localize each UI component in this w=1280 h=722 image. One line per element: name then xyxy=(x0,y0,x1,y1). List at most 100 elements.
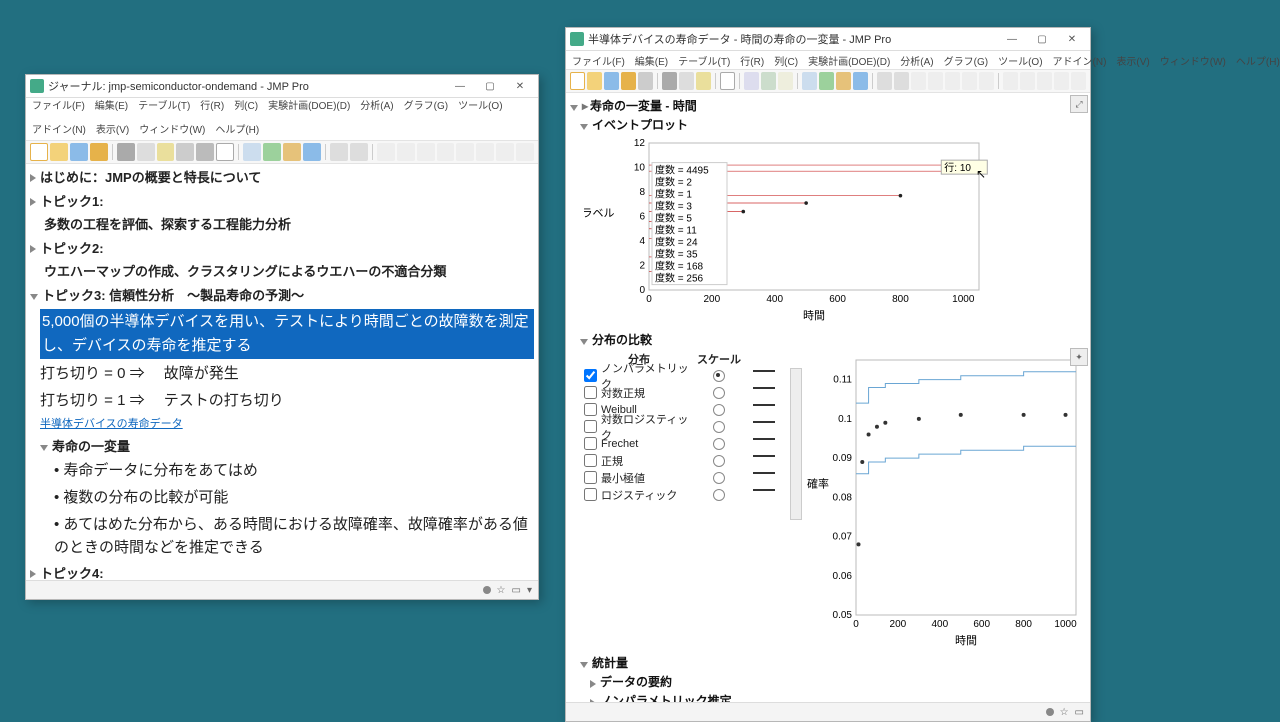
menu-item[interactable]: 表示(V) xyxy=(96,124,129,138)
tb-cut-icon[interactable] xyxy=(662,72,677,90)
probability-plot[interactable]: ✦ 0.050.060.070.080.090.10.1102004006008… xyxy=(806,350,1086,650)
dist-radio[interactable] xyxy=(713,387,725,399)
tb-undo-icon[interactable] xyxy=(330,143,348,161)
scale-icon[interactable] xyxy=(753,472,775,484)
tb-cut-icon[interactable] xyxy=(117,143,135,161)
tb-redo-icon[interactable] xyxy=(894,72,909,90)
disclosure-icon[interactable] xyxy=(30,174,36,182)
dist-radio[interactable] xyxy=(713,421,725,433)
dist-row[interactable]: ロジスティック xyxy=(584,486,786,503)
menu-item[interactable]: ウィンドウ(W) xyxy=(139,124,205,138)
disclosure-open-icon[interactable] xyxy=(580,124,588,130)
disclosure-open-icon[interactable] xyxy=(40,445,48,451)
dist-row[interactable]: ノンパラメトリック xyxy=(584,367,786,384)
menu-item[interactable]: ファイル(F) xyxy=(32,100,85,114)
status-caret-icon[interactable]: ▾ xyxy=(527,585,532,596)
dist-row[interactable]: 対数正規 xyxy=(584,384,786,401)
menu-item[interactable]: 行(R) xyxy=(740,53,764,68)
tb-icon[interactable] xyxy=(1054,72,1069,90)
disclosure-icon[interactable] xyxy=(30,198,36,206)
tb-icon[interactable] xyxy=(962,72,977,90)
tb-db-icon[interactable] xyxy=(90,143,108,161)
tb-icon[interactable] xyxy=(303,143,321,161)
minimize-button[interactable]: — xyxy=(446,78,474,94)
section-data-summary[interactable]: データの要約 xyxy=(590,673,1086,690)
tb-open-icon[interactable] xyxy=(50,143,68,161)
disclosure-open-icon[interactable] xyxy=(570,105,578,111)
dist-row[interactable]: 対数ロジスティック xyxy=(584,418,786,435)
tb-icon[interactable] xyxy=(1037,72,1052,90)
dist-radio[interactable] xyxy=(713,472,725,484)
tb-icon[interactable] xyxy=(176,143,194,161)
menu-item[interactable]: 分析(A) xyxy=(360,100,393,114)
menu-item[interactable]: ファイル(F) xyxy=(572,53,625,68)
tb-zoom-icon[interactable] xyxy=(377,143,395,161)
dist-row[interactable]: 最小極値 xyxy=(584,469,786,486)
menu-item[interactable]: 行(R) xyxy=(200,100,224,114)
menu-item[interactable]: テーブル(T) xyxy=(678,53,730,68)
tb-icon[interactable] xyxy=(979,72,994,90)
maximize-button[interactable]: ▢ xyxy=(476,78,504,94)
outline-topic2[interactable]: トピック2: xyxy=(40,239,104,259)
menu-item[interactable]: 分析(A) xyxy=(900,53,933,68)
scale-icon[interactable] xyxy=(753,455,775,467)
dist-checkbox[interactable] xyxy=(584,454,597,467)
scale-icon[interactable] xyxy=(753,438,775,450)
menu-item[interactable]: 実験計画(DOE)(D) xyxy=(268,100,350,114)
menu-item[interactable]: ツール(O) xyxy=(998,53,1042,68)
outline-topic1[interactable]: トピック1: xyxy=(40,192,104,212)
dist-radio[interactable] xyxy=(713,438,725,450)
tb-icon[interactable] xyxy=(928,72,943,90)
dist-checkbox[interactable] xyxy=(584,420,597,433)
menu-item[interactable]: 列(C) xyxy=(774,53,798,68)
tb-icon[interactable] xyxy=(778,72,793,90)
expand-button[interactable]: ⤢ xyxy=(1070,95,1088,113)
section-nonparametric-estimate[interactable]: ノンパラメトリック推定 xyxy=(590,692,1086,702)
tb-help-icon[interactable] xyxy=(819,72,834,90)
tb-paste-icon[interactable] xyxy=(696,72,711,90)
disclosure-icon[interactable] xyxy=(30,570,36,578)
tb-icon[interactable] xyxy=(516,143,534,161)
plot-options-button[interactable]: ✦ xyxy=(1070,348,1088,366)
tb-icon[interactable] xyxy=(417,143,435,161)
menu-item[interactable]: アドイン(N) xyxy=(1053,53,1107,68)
event-plot[interactable]: 02468101202004006008001000時間ラベル度数 = 4495… xyxy=(584,135,1086,325)
topic3-subsection[interactable]: 寿命の一変量 xyxy=(52,437,130,457)
dist-checkbox[interactable] xyxy=(584,488,597,501)
tb-save-icon[interactable] xyxy=(604,72,619,90)
maximize-button[interactable]: ▢ xyxy=(1028,31,1056,47)
menu-item[interactable]: ウィンドウ(W) xyxy=(1160,53,1226,68)
disclosure-icon[interactable] xyxy=(590,699,596,703)
tb-print-icon[interactable] xyxy=(638,72,653,90)
tb-new-icon[interactable] xyxy=(570,72,585,90)
dist-radio[interactable] xyxy=(713,370,725,382)
journal-titlebar[interactable]: ジャーナル: jmp-semiconductor-ondemand - JMP … xyxy=(26,75,538,98)
disclosure-open-icon[interactable] xyxy=(30,294,38,300)
dist-checkbox[interactable] xyxy=(584,471,597,484)
dist-radio[interactable] xyxy=(713,404,725,416)
section-main[interactable]: ▸ 寿命の一変量 - 時間 xyxy=(570,97,1086,114)
menu-item[interactable]: ヘルプ(H) xyxy=(215,124,259,138)
analysis-titlebar[interactable]: 半導体デバイスの寿命データ - 時間の寿命の一変量 - JMP Pro — ▢ … xyxy=(566,28,1090,51)
outline-topic4[interactable]: トピック4: xyxy=(40,564,104,581)
menu-item[interactable]: 編集(E) xyxy=(635,53,668,68)
tb-icon[interactable] xyxy=(836,72,851,90)
tb-icon[interactable] xyxy=(283,143,301,161)
dist-radio[interactable] xyxy=(713,489,725,501)
topic3-highlight[interactable]: 5,000個の半導体デバイスを用い、テストにより時間ごとの故障数を測定し、デバイ… xyxy=(40,309,534,359)
disclosure-icon[interactable] xyxy=(30,245,36,253)
dist-scrollbar[interactable] xyxy=(790,368,802,520)
menu-item[interactable]: アドイン(N) xyxy=(32,124,86,138)
disclosure-icon[interactable] xyxy=(590,680,596,688)
tb-help-icon[interactable] xyxy=(263,143,281,161)
tb-copy-icon[interactable] xyxy=(679,72,694,90)
tb-icon[interactable] xyxy=(496,143,514,161)
outline-topic3[interactable]: トピック3: 信頼性分析 ～製品寿命の予測～ xyxy=(42,286,304,306)
scale-icon[interactable] xyxy=(753,489,775,501)
tb-icon[interactable] xyxy=(476,143,494,161)
outline-intro[interactable]: はじめに：JMPの概要と特長について xyxy=(40,168,261,188)
section-event-plot[interactable]: イベントプロット xyxy=(580,116,1086,133)
tb-icon[interactable] xyxy=(853,72,868,90)
tb-paste-icon[interactable] xyxy=(157,143,175,161)
tb-db-icon[interactable] xyxy=(621,72,636,90)
